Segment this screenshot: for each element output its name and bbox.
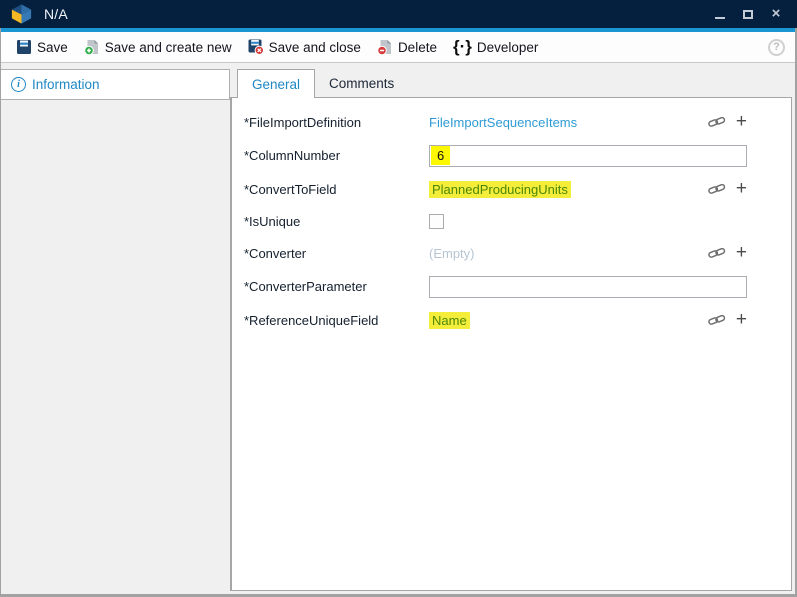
floppy-close-icon (248, 39, 264, 55)
field-label: *ConverterParameter (244, 279, 429, 294)
field-value: (Empty) (429, 246, 696, 261)
floppy-save-icon (16, 39, 32, 55)
field-label: *FileImportDefinition (244, 115, 429, 130)
delete-button[interactable]: Delete (369, 32, 445, 62)
save-button-label: Save (37, 40, 68, 55)
field-text-input[interactable]: 6 (429, 145, 747, 167)
information-header[interactable]: i Information (1, 69, 230, 100)
field-link-value[interactable]: PlannedProducingUnits (429, 181, 571, 198)
save-button[interactable]: Save (8, 32, 76, 62)
developer-button-label: Developer (477, 40, 539, 55)
link-reference-icon[interactable] (708, 313, 726, 327)
tab-general-label: General (252, 77, 300, 92)
toolbar: Save Save and create new (1, 32, 795, 63)
window-title: N/A (44, 6, 68, 22)
add-new-icon[interactable]: + (736, 181, 747, 197)
tabstrip: General Comments (230, 69, 792, 97)
reference-actions: + (708, 245, 747, 261)
app-logo-icon (9, 3, 34, 25)
field-value: Name (429, 312, 696, 329)
minimize-button[interactable] (713, 7, 727, 21)
add-new-icon[interactable]: + (736, 245, 747, 261)
delete-button-label: Delete (398, 40, 437, 55)
add-new-icon[interactable]: + (736, 114, 747, 130)
field-value: 6 (429, 145, 747, 167)
maximize-button[interactable] (741, 7, 755, 21)
reference-actions: + (708, 114, 747, 130)
link-reference-icon[interactable] (708, 246, 726, 260)
field-label: *IsUnique (244, 214, 429, 229)
form-row: *FileImportDefinitionFileImportSequenceI… (244, 106, 791, 138)
field-value: PlannedProducingUnits (429, 181, 696, 198)
field-label: *ColumnNumber (244, 148, 429, 163)
field-link-value[interactable]: FileImportSequenceItems (429, 115, 577, 130)
field-value (429, 214, 747, 229)
code-braces-icon: {·} (453, 39, 472, 55)
right-panel: General Comments *FileImportDefinitionFi… (230, 63, 795, 594)
tab-comments[interactable]: Comments (315, 69, 408, 97)
general-form: *FileImportDefinitionFileImportSequenceI… (244, 106, 791, 336)
main-area: i Information General Comments *FileImpo… (1, 63, 795, 594)
document-add-icon (84, 39, 100, 55)
field-value: FileImportSequenceItems (429, 115, 696, 130)
window-controls: × (713, 7, 789, 21)
field-link-value[interactable]: Name (429, 312, 470, 329)
tab-general[interactable]: General (237, 69, 315, 98)
form-row: *ConvertToFieldPlannedProducingUnits + (244, 173, 791, 205)
info-icon: i (11, 77, 26, 92)
input-text: 6 (431, 146, 450, 165)
information-label: Information (32, 77, 100, 92)
form-row: *ConverterParameter (244, 269, 791, 304)
left-panel: i Information (1, 63, 230, 594)
form-row: *Converter(Empty) + (244, 237, 791, 269)
close-icon: × (772, 7, 781, 21)
document-delete-icon (377, 39, 393, 55)
add-new-icon[interactable]: + (736, 312, 747, 328)
save-and-create-new-button[interactable]: Save and create new (76, 32, 240, 62)
general-tab-content: *FileImportDefinitionFileImportSequenceI… (230, 97, 792, 591)
form-row: *ReferenceUniqueFieldName + (244, 304, 791, 336)
tab-comments-label: Comments (329, 76, 394, 91)
field-text-input[interactable] (429, 276, 747, 298)
close-button[interactable]: × (769, 7, 783, 21)
field-label: *ReferenceUniqueField (244, 313, 429, 328)
help-icon[interactable]: ? (768, 39, 785, 56)
reference-actions: + (708, 181, 747, 197)
app-window: N/A × Save (0, 0, 797, 597)
save-and-create-new-label: Save and create new (105, 40, 232, 55)
field-label: *ConvertToField (244, 182, 429, 197)
titlebar: N/A × (0, 0, 797, 28)
form-row: *ColumnNumber6 (244, 138, 791, 173)
field-empty-value[interactable]: (Empty) (429, 246, 475, 261)
save-and-close-button[interactable]: Save and close (240, 32, 369, 62)
field-checkbox[interactable] (429, 214, 444, 229)
minimize-icon (715, 17, 725, 19)
form-row: *IsUnique (244, 205, 791, 237)
save-and-close-label: Save and close (269, 40, 361, 55)
window-body: Save Save and create new (0, 28, 797, 597)
developer-button[interactable]: {·} Developer (445, 32, 546, 62)
link-reference-icon[interactable] (708, 115, 726, 129)
field-value (429, 276, 747, 298)
reference-actions: + (708, 312, 747, 328)
field-label: *Converter (244, 246, 429, 261)
maximize-icon (743, 10, 753, 19)
link-reference-icon[interactable] (708, 182, 726, 196)
